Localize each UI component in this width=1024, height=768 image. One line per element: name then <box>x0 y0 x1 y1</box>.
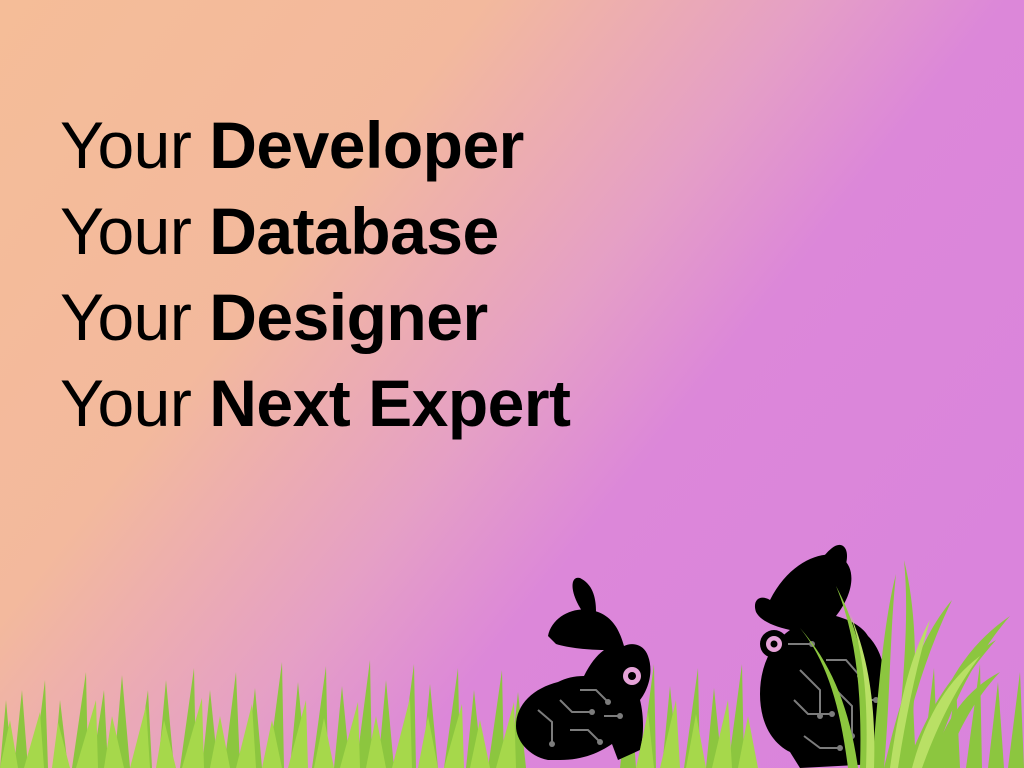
headline-prefix: Your <box>60 280 192 354</box>
tall-grass-highlights <box>850 614 980 768</box>
headline-keyword: Developer <box>209 108 524 182</box>
grass-back-layer <box>0 660 1024 768</box>
grass-front-layer <box>0 698 758 768</box>
slide-headline-block: Your Developer Your Database Your Design… <box>60 102 571 446</box>
small-rabbit-icon <box>516 577 651 760</box>
headline-keyword: Next Expert <box>209 366 571 440</box>
headline-line-database: Your Database <box>60 188 571 274</box>
headline-keyword: Designer <box>209 280 488 354</box>
headline-line-developer: Your Developer <box>60 102 571 188</box>
headline-line-designer: Your Designer <box>60 274 571 360</box>
tall-grass-clump <box>800 560 1010 768</box>
headline-line-next-expert: Your Next Expert <box>60 360 571 446</box>
headline-prefix: Your <box>60 194 192 268</box>
headline-prefix: Your <box>60 108 192 182</box>
large-rabbit-icon <box>754 544 886 768</box>
headline-prefix: Your <box>60 366 192 440</box>
headline-keyword: Database <box>209 194 499 268</box>
